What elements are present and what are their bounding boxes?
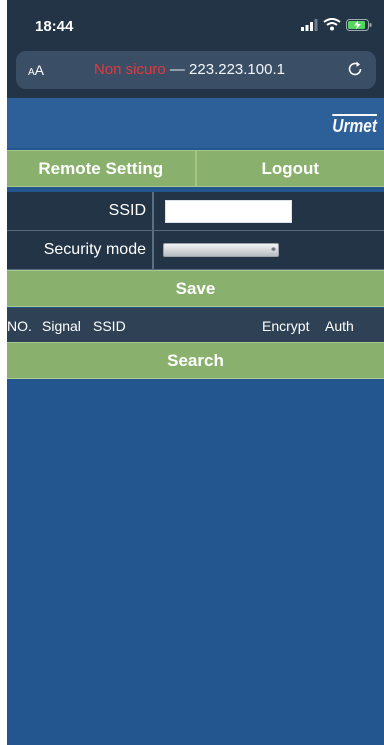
column-header-encrypt: Encrypt	[262, 318, 310, 334]
reload-icon[interactable]	[346, 60, 364, 78]
url-display[interactable]: Non sicuro — 223.223.100.1	[94, 61, 285, 78]
cellular-signal-icon	[301, 18, 318, 31]
battery-charging-icon	[346, 18, 372, 31]
brand-header: Urmet	[7, 98, 384, 148]
save-button[interactable]: Save	[7, 270, 384, 307]
column-header-signal: Signal	[42, 318, 81, 334]
search-button[interactable]: Search	[7, 342, 384, 379]
security-mode-control	[154, 231, 384, 269]
ssid-input[interactable]	[165, 199, 292, 223]
security-mode-row: Security mode	[7, 231, 384, 270]
ssid-row: SSID	[7, 192, 384, 231]
column-header-ssid: SSID	[93, 318, 126, 334]
safari-browser-chrome: 18:44 AA Non sicuro — 223.223.100.1	[7, 0, 384, 98]
main-navigation: Remote Setting Logout	[7, 150, 384, 187]
status-icons	[301, 18, 372, 31]
address-bar[interactable]: AA Non sicuro — 223.223.100.1	[16, 51, 376, 89]
logout-tab[interactable]: Logout	[194, 151, 384, 186]
text-size-small-label: A	[28, 67, 35, 78]
ssid-control	[154, 192, 384, 230]
security-mode-label: Security mode	[7, 231, 154, 269]
urmet-logo: Urmet	[332, 114, 377, 136]
url-host: 223.223.100.1	[189, 61, 285, 78]
not-secure-warning: Non sicuro	[94, 61, 166, 78]
wifi-results-table-header: NO. Signal SSID Encrypt Auth	[7, 308, 384, 343]
column-header-auth: Auth	[325, 318, 354, 334]
status-time: 18:44	[35, 18, 74, 35]
text-size-button[interactable]: AA	[28, 62, 44, 78]
ssid-label: SSID	[7, 192, 154, 230]
wifi-icon	[323, 18, 341, 31]
column-header-number: NO.	[7, 318, 32, 334]
url-separator: —	[165, 61, 190, 78]
mobile-browser-screen: 18:44 AA Non sicuro — 223.223.100.1 Urme…	[7, 0, 384, 745]
remote-setting-tab[interactable]: Remote Setting	[7, 151, 195, 186]
text-size-large-label: A	[34, 62, 45, 78]
security-mode-select[interactable]	[163, 243, 279, 257]
